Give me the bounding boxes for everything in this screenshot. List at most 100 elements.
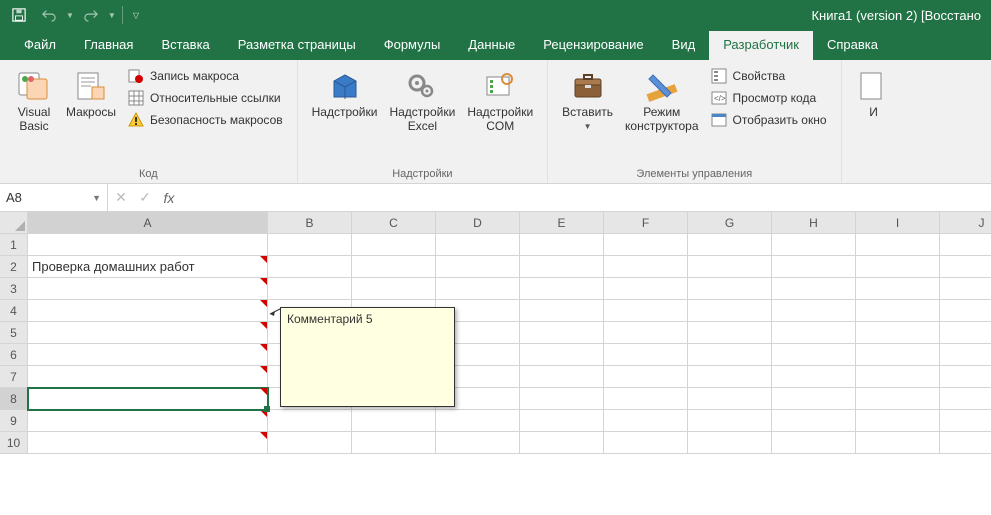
- cell-I5[interactable]: [856, 322, 940, 344]
- comment-indicator[interactable]: [260, 256, 267, 263]
- chevron-down-icon[interactable]: ▼: [92, 193, 101, 203]
- cell-D1[interactable]: [436, 234, 520, 256]
- cell-G5[interactable]: [688, 322, 772, 344]
- cell-E5[interactable]: [520, 322, 604, 344]
- cell-J6[interactable]: [940, 344, 991, 366]
- tab-вставка[interactable]: Вставка: [147, 31, 223, 60]
- cell-F7[interactable]: [604, 366, 688, 388]
- cell-J10[interactable]: [940, 432, 991, 454]
- cell-G10[interactable]: [688, 432, 772, 454]
- row-header[interactable]: 3: [0, 278, 28, 300]
- cell-A7[interactable]: [28, 366, 268, 388]
- cell-H5[interactable]: [772, 322, 856, 344]
- cell-A9[interactable]: [28, 410, 268, 432]
- row-header[interactable]: 7: [0, 366, 28, 388]
- select-all-corner[interactable]: [0, 212, 28, 234]
- tab-справка[interactable]: Справка: [813, 31, 892, 60]
- comment-indicator[interactable]: [260, 366, 267, 373]
- cell-G9[interactable]: [688, 410, 772, 432]
- undo-button[interactable]: [36, 2, 62, 28]
- cell-E4[interactable]: [520, 300, 604, 322]
- cell-H2[interactable]: [772, 256, 856, 278]
- relative-refs-button[interactable]: Относительные ссылки: [126, 88, 285, 108]
- cell-H1[interactable]: [772, 234, 856, 256]
- comment-indicator[interactable]: [260, 278, 267, 285]
- tab-главная[interactable]: Главная: [70, 31, 147, 60]
- cell-H10[interactable]: [772, 432, 856, 454]
- cell-B1[interactable]: [268, 234, 352, 256]
- cell-A10[interactable]: [28, 432, 268, 454]
- cell-F4[interactable]: [604, 300, 688, 322]
- cell-D3[interactable]: [436, 278, 520, 300]
- com-addins-button[interactable]: Надстройки COM: [461, 64, 539, 138]
- cell-E3[interactable]: [520, 278, 604, 300]
- cell-G1[interactable]: [688, 234, 772, 256]
- cell-G3[interactable]: [688, 278, 772, 300]
- cell-E7[interactable]: [520, 366, 604, 388]
- cell-I6[interactable]: [856, 344, 940, 366]
- record-macro-button[interactable]: Запись макроса: [126, 66, 285, 86]
- cell-J2[interactable]: [940, 256, 991, 278]
- row-header[interactable]: 5: [0, 322, 28, 344]
- addins-button[interactable]: Надстройки: [306, 64, 384, 124]
- comment-indicator[interactable]: [260, 322, 267, 329]
- row-header[interactable]: 8: [0, 388, 28, 410]
- cell-F1[interactable]: [604, 234, 688, 256]
- cell-I4[interactable]: [856, 300, 940, 322]
- row-header[interactable]: 9: [0, 410, 28, 432]
- comment-popup[interactable]: Комментарий 5: [280, 307, 455, 407]
- cell-B3[interactable]: [268, 278, 352, 300]
- cell-J5[interactable]: [940, 322, 991, 344]
- tab-данные[interactable]: Данные: [454, 31, 529, 60]
- row-header[interactable]: 6: [0, 344, 28, 366]
- column-header[interactable]: I: [856, 212, 940, 234]
- cell-E1[interactable]: [520, 234, 604, 256]
- cell-E8[interactable]: [520, 388, 604, 410]
- cell-H4[interactable]: [772, 300, 856, 322]
- column-header[interactable]: G: [688, 212, 772, 234]
- cell-I10[interactable]: [856, 432, 940, 454]
- cell-H9[interactable]: [772, 410, 856, 432]
- comment-indicator[interactable]: [260, 432, 267, 439]
- cell-A1[interactable]: [28, 234, 268, 256]
- cell-F3[interactable]: [604, 278, 688, 300]
- redo-dropdown-icon[interactable]: ▼: [108, 11, 116, 20]
- column-header[interactable]: J: [940, 212, 991, 234]
- cell-J4[interactable]: [940, 300, 991, 322]
- cell-C10[interactable]: [352, 432, 436, 454]
- comment-indicator[interactable]: [260, 300, 267, 307]
- source-button[interactable]: И: [850, 64, 892, 124]
- cell-C2[interactable]: [352, 256, 436, 278]
- cell-F2[interactable]: [604, 256, 688, 278]
- column-header[interactable]: D: [436, 212, 520, 234]
- cell-D2[interactable]: [436, 256, 520, 278]
- comment-indicator[interactable]: [260, 388, 267, 395]
- cell-I1[interactable]: [856, 234, 940, 256]
- cell-F10[interactable]: [604, 432, 688, 454]
- cell-D10[interactable]: [436, 432, 520, 454]
- macros-button[interactable]: Макросы: [60, 64, 122, 124]
- excel-addins-button[interactable]: Надстройки Excel: [383, 64, 461, 138]
- cell-A6[interactable]: [28, 344, 268, 366]
- cell-B10[interactable]: [268, 432, 352, 454]
- cell-I9[interactable]: [856, 410, 940, 432]
- column-header[interactable]: F: [604, 212, 688, 234]
- cell-F5[interactable]: [604, 322, 688, 344]
- redo-button[interactable]: [78, 2, 104, 28]
- visual-basic-button[interactable]: Visual Basic: [8, 64, 60, 138]
- design-mode-button[interactable]: Режим конструктора: [619, 64, 705, 138]
- insert-controls-button[interactable]: Вставить ▼: [556, 64, 619, 135]
- qat-customize-icon[interactable]: ▽: [129, 11, 143, 20]
- column-header[interactable]: C: [352, 212, 436, 234]
- cell-I2[interactable]: [856, 256, 940, 278]
- cell-A5[interactable]: [28, 322, 268, 344]
- cell-G2[interactable]: [688, 256, 772, 278]
- cell-C9[interactable]: [352, 410, 436, 432]
- cell-B9[interactable]: [268, 410, 352, 432]
- column-header[interactable]: B: [268, 212, 352, 234]
- cell-A2[interactable]: Проверка домашних работ: [28, 256, 268, 278]
- properties-button[interactable]: Свойства: [709, 66, 829, 86]
- cell-E9[interactable]: [520, 410, 604, 432]
- tab-формулы[interactable]: Формулы: [370, 31, 455, 60]
- tab-файл[interactable]: Файл: [10, 31, 70, 60]
